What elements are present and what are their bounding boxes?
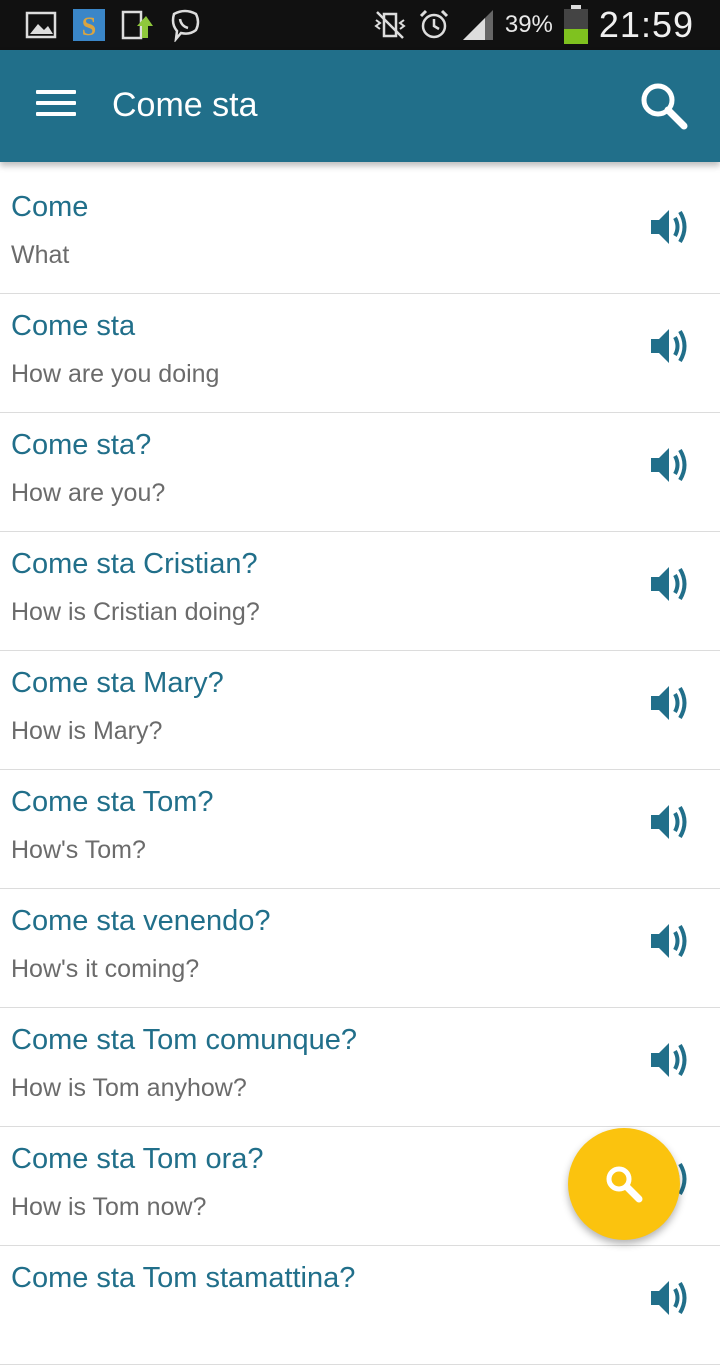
menu-button[interactable] — [36, 90, 76, 120]
phrase-translation: How's it coming? — [11, 955, 200, 983]
image-icon — [25, 11, 57, 39]
list-item[interactable]: Come sta Tom? How's Tom? — [0, 770, 720, 889]
vibrate-mute-icon — [374, 11, 406, 39]
menu-icon-bar — [36, 101, 76, 105]
phrase-title: Come sta Tom? — [11, 786, 214, 818]
phrase-title: Come sta venendo? — [11, 905, 271, 937]
phrase-title: Come sta Cristian? — [11, 548, 258, 580]
list-item[interactable]: Come sta? How are you? — [0, 413, 720, 532]
phrase-translation: How is Tom anyhow? — [11, 1074, 247, 1102]
list-item[interactable]: Come sta venendo? How's it coming? — [0, 889, 720, 1008]
search-fab[interactable] — [568, 1128, 680, 1240]
speaker-icon[interactable] — [648, 681, 692, 725]
status-notifications: S — [24, 8, 202, 42]
phrase-title: Come sta Tom ora? — [11, 1143, 264, 1175]
list-item[interactable]: Come sta Tom comunque? How is Tom anyhow… — [0, 1008, 720, 1127]
phrase-title: Come sta? — [11, 429, 152, 461]
phrase-title: Come sta Tom comunque? — [11, 1024, 358, 1056]
speaker-icon[interactable] — [648, 324, 692, 368]
phrase-title: Come sta Mary? — [11, 667, 224, 699]
s-app-icon: S — [73, 9, 105, 41]
phrase-translation: How are you doing — [11, 360, 220, 388]
list-item[interactable]: Come sta Mary? How is Mary? — [0, 651, 720, 770]
app-bar: Come sta — [0, 50, 720, 162]
list-item[interactable]: Come sta Cristian? How is Cristian doing… — [0, 532, 720, 651]
speaker-icon[interactable] — [648, 800, 692, 844]
alarm-icon — [419, 9, 448, 39]
list-item[interactable]: Come sta How are you doing — [0, 294, 720, 413]
upload-icon — [121, 10, 153, 40]
svg-text:S: S — [82, 12, 96, 41]
phrase-translation: How is Cristian doing? — [11, 598, 260, 626]
clock: 21:59 — [598, 4, 694, 45]
speaker-icon[interactable] — [648, 562, 692, 606]
status-bar: S 39% 21:59 — [0, 0, 720, 50]
status-system: 39% 21:59 — [373, 4, 694, 46]
speaker-icon[interactable] — [648, 1276, 692, 1320]
phrase-title: Come sta Tom stamattina? — [11, 1262, 356, 1294]
phrase-translation: How are you? — [11, 479, 166, 507]
viber-icon — [171, 9, 200, 42]
phrase-translation: How's Tom? — [11, 836, 146, 864]
battery-percent: 39% — [504, 11, 553, 38]
menu-icon-bar — [36, 90, 76, 94]
speaker-icon[interactable] — [648, 919, 692, 963]
signal-icon — [462, 10, 493, 40]
search-button[interactable] — [638, 80, 690, 132]
page-title: Come sta — [112, 86, 258, 124]
search-icon — [606, 1166, 643, 1203]
phrase-translation: How is Mary? — [11, 717, 163, 745]
menu-icon-bar — [36, 112, 76, 116]
phrase-title: Come sta — [11, 310, 136, 342]
speaker-icon[interactable] — [648, 443, 692, 487]
battery-icon — [563, 5, 588, 44]
phrase-translation: What — [11, 241, 70, 269]
list-item[interactable]: Come What — [0, 175, 720, 294]
search-icon — [641, 83, 688, 130]
speaker-icon[interactable] — [648, 1038, 692, 1082]
speaker-icon[interactable] — [648, 205, 692, 249]
phrase-title: Come — [11, 191, 89, 223]
phrase-translation: How is Tom now? — [11, 1193, 207, 1221]
list-item[interactable]: Come sta Tom stamattina? — [0, 1246, 720, 1365]
